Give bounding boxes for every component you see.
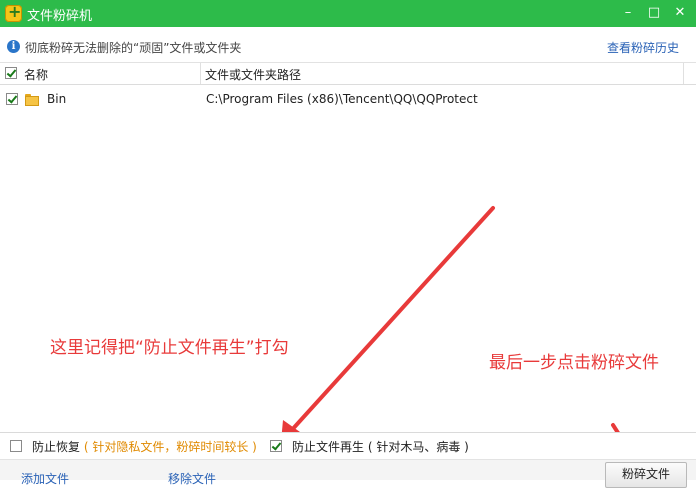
title-bar: 文件粉碎机 – □ ✕ [0, 0, 696, 27]
prevent-regen-checkbox[interactable] [270, 440, 282, 452]
column-header-path[interactable]: 文件或文件夹路径 [205, 66, 301, 83]
prevent-recover-hint: ( 针对隐私文件，粉碎时间较长 ) [83, 440, 257, 454]
app-logo-icon [5, 2, 22, 22]
maximize-button[interactable]: □ [644, 4, 664, 22]
table-header: 名称 文件或文件夹路径 [0, 63, 696, 85]
minimize-button[interactable]: – [618, 4, 638, 22]
column-header-name[interactable]: 名称 [24, 66, 48, 83]
folder-icon [25, 93, 39, 106]
close-button[interactable]: ✕ [670, 4, 690, 22]
row-checkbox[interactable] [6, 93, 18, 105]
row-path: C:\Program Files (x86)\Tencent\QQ\QQProt… [206, 92, 478, 106]
annotation-check-regen: 这里记得把“防止文件再生”打勾 [50, 338, 289, 358]
column-divider[interactable] [200, 63, 201, 84]
info-icon: i [7, 40, 20, 53]
annotation-click-shred: 最后一步点击粉碎文件 [489, 353, 659, 373]
info-text: 彻底粉碎无法删除的“顽固”文件或文件夹 [25, 41, 242, 55]
info-bar: i 彻底粉碎无法删除的“顽固”文件或文件夹 查看粉碎历史 [0, 27, 696, 63]
shred-file-button[interactable]: 粉碎文件 [605, 462, 687, 488]
prevent-regen-hint: ( 针对木马、病毒 ) [367, 440, 469, 454]
table-row[interactable]: Bin C:\Program Files (x86)\Tencent\QQ\QQ… [0, 88, 696, 110]
window-title: 文件粉碎机 [27, 9, 93, 24]
prevent-regen-label[interactable]: 防止文件再生 [292, 440, 364, 454]
view-history-link[interactable]: 查看粉碎历史 [607, 39, 679, 56]
row-name: Bin [47, 92, 67, 106]
footer-bar: 添加文件 移除文件 [0, 459, 696, 486]
options-bar: 防止恢复 ( 针对隐私文件，粉碎时间较长 ) 防止文件再生 ( 针对木马、病毒 … [0, 432, 696, 459]
prevent-recover-checkbox[interactable] [10, 440, 22, 452]
arrow-to-regen-option [288, 206, 495, 434]
prevent-recover-label[interactable]: 防止恢复 [32, 440, 80, 454]
select-all-checkbox[interactable] [5, 67, 17, 79]
column-divider[interactable] [683, 63, 684, 84]
